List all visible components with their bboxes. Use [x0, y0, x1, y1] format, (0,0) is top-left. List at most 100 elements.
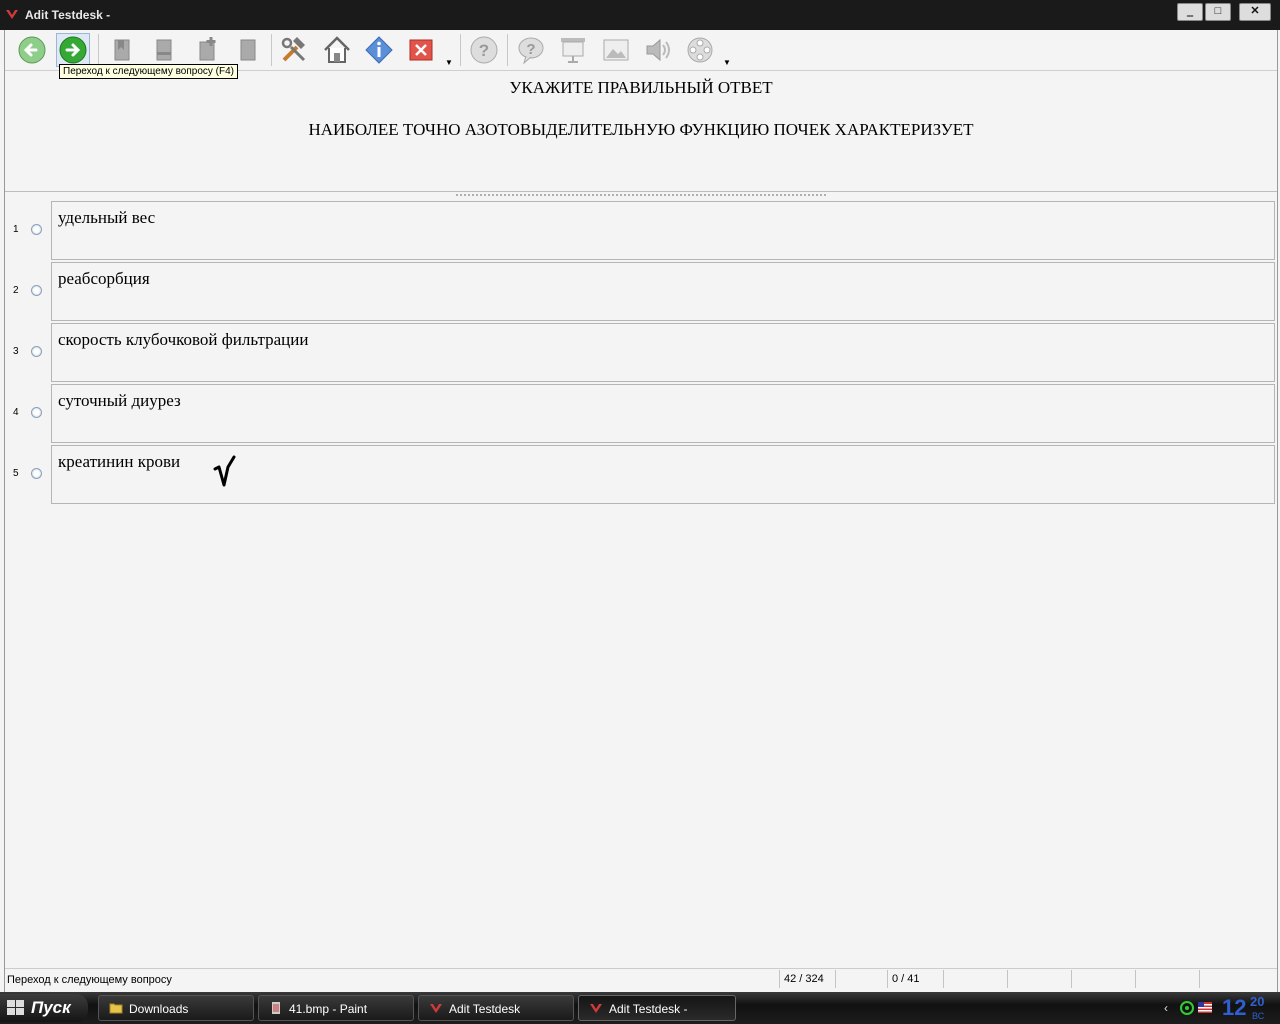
presentation-icon — [561, 38, 585, 63]
video-button[interactable] — [683, 33, 717, 67]
answer-box[interactable]: удельный вес — [51, 201, 1275, 260]
toolbar-separator — [460, 34, 461, 66]
network-icon[interactable] — [1180, 1001, 1194, 1015]
answer-number: 1 — [13, 224, 19, 235]
folder-icon — [109, 1003, 123, 1014]
windows-logo-icon — [7, 1000, 24, 1015]
app-logo-icon — [6, 10, 18, 19]
minimize-button[interactable]: ‗ — [1177, 3, 1203, 21]
tools-button[interactable] — [277, 33, 311, 67]
image-icon — [603, 39, 629, 61]
clock[interactable]: 12 20 ВС — [1222, 994, 1264, 1021]
answer-option-1[interactable]: 1 удельный вес — [5, 201, 1277, 260]
bookmark-button[interactable] — [105, 33, 139, 67]
home-icon — [324, 36, 350, 63]
maximize-button[interactable]: □ — [1205, 3, 1231, 21]
status-cell-empty — [1135, 970, 1199, 988]
answer-number: 4 — [13, 407, 19, 418]
answer-radio[interactable] — [31, 468, 42, 479]
task-label: Adit Testdesk - — [609, 1002, 688, 1016]
task-label: Adit Testdesk — [449, 1002, 521, 1016]
answer-box[interactable]: креатинин крови — [51, 445, 1275, 504]
clock-minute: 20 — [1250, 994, 1265, 1009]
info-button[interactable] — [362, 33, 396, 67]
bookmark-3-button[interactable] — [231, 33, 265, 67]
hint-icon: ? — [518, 37, 544, 65]
score-counter: 0 / 41 — [887, 970, 943, 988]
start-label: Пуск — [31, 998, 71, 1017]
taskbar: Пуск Downloads 41.bmp - Paint Adit Testd… — [0, 992, 1280, 1024]
tooltip: Переход к следующему вопросу (F4) — [59, 64, 239, 79]
svg-text:?: ? — [526, 41, 535, 58]
answer-number: 2 — [13, 285, 19, 296]
bookmark-add-icon — [199, 37, 216, 61]
task-testdesk-active[interactable]: Adit Testdesk - — [578, 995, 736, 1021]
close-test-icon — [409, 39, 433, 61]
bookmark-add-button[interactable] — [190, 33, 224, 67]
forward-icon — [59, 36, 87, 64]
bookmark-icon — [114, 39, 130, 61]
sound-button[interactable] — [641, 33, 675, 67]
task-downloads[interactable]: Downloads — [98, 995, 254, 1021]
back-button[interactable] — [15, 33, 49, 67]
dropdown-arrow-icon[interactable]: ▼ — [445, 58, 453, 67]
hint-button[interactable]: ? — [514, 33, 548, 67]
clock-hour: 12 — [1222, 995, 1247, 1020]
checkmark-icon — [213, 455, 236, 487]
task-label: 41.bmp - Paint — [289, 1002, 368, 1016]
status-cell-empty — [1007, 970, 1071, 988]
status-message: Переход к следующему вопросу — [7, 974, 172, 986]
paint-icon — [272, 1002, 280, 1014]
image-button[interactable] — [599, 33, 633, 67]
answer-radio[interactable] — [31, 346, 42, 357]
app-logo-icon — [590, 1004, 602, 1013]
presentation-button[interactable] — [556, 33, 590, 67]
toolbar-separator — [98, 34, 99, 66]
answer-text: креатинин крови — [58, 452, 181, 471]
task-label: Downloads — [129, 1002, 189, 1016]
answer-option-5[interactable]: 5 креатинин крови — [5, 445, 1277, 504]
help-button[interactable]: ? — [467, 33, 501, 67]
answer-option-4[interactable]: 4 суточный диурез — [5, 384, 1277, 443]
tray-expand-icon[interactable]: ‹ — [1164, 1001, 1168, 1015]
dropdown-arrow-icon[interactable]: ▼ — [723, 58, 731, 67]
status-cell-empty — [1199, 970, 1275, 988]
answer-option-2[interactable]: 2 реабсорбция — [5, 262, 1277, 321]
answer-radio[interactable] — [31, 285, 42, 296]
tools-icon — [281, 37, 306, 62]
clock-day: ВС — [1252, 1011, 1265, 1021]
info-icon — [365, 36, 393, 64]
answer-number: 3 — [13, 346, 19, 357]
status-cell-empty — [943, 970, 1007, 988]
answer-box[interactable]: суточный диурез — [51, 384, 1275, 443]
home-button[interactable] — [320, 33, 354, 67]
question-counter: 42 / 324 — [779, 970, 835, 988]
app-window: ▼ ? ? ▼ УКАЖИТЕ ПРАВИЛЬНЫЙ ОТВЕТ НАИБОЛЕ… — [4, 30, 1278, 992]
answer-option-3[interactable]: 3 скорость клубочковой фильтрации — [5, 323, 1277, 382]
panel-splitter[interactable] — [455, 193, 827, 197]
answer-radio[interactable] — [31, 224, 42, 235]
bookmark-2-button[interactable] — [147, 33, 181, 67]
title-bar: Adit Testdesk - ‗ □ ✕ — [0, 0, 1280, 30]
answer-box[interactable]: скорость клубочковой фильтрации — [51, 323, 1275, 382]
answer-radio[interactable] — [31, 407, 42, 418]
close-test-button[interactable] — [404, 33, 438, 67]
language-flag-icon[interactable] — [1198, 1002, 1212, 1013]
start-button[interactable]: Пуск — [0, 994, 88, 1022]
sound-icon — [646, 38, 670, 62]
window-title: Adit Testdesk - — [25, 8, 111, 22]
answer-box[interactable]: реабсорбция — [51, 262, 1275, 321]
video-icon — [687, 37, 713, 63]
bookmark-3-icon — [240, 39, 256, 61]
question-panel: УКАЖИТЕ ПРАВИЛЬНЫЙ ОТВЕТ НАИБОЛЕЕ ТОЧНО … — [5, 71, 1277, 192]
answer-number: 5 — [13, 468, 19, 479]
question-instruction: УКАЖИТЕ ПРАВИЛЬНЫЙ ОТВЕТ — [509, 78, 773, 97]
bookmark-2-icon — [156, 39, 172, 61]
task-testdesk[interactable]: Adit Testdesk — [418, 995, 574, 1021]
help-icon: ? — [470, 36, 498, 64]
status-bar: Переход к следующему вопросу 42 / 324 0 … — [5, 968, 1277, 991]
close-window-button[interactable]: ✕ — [1239, 3, 1271, 21]
status-cell-empty — [835, 970, 887, 988]
task-paint[interactable]: 41.bmp - Paint — [258, 995, 414, 1021]
forward-button[interactable] — [56, 33, 90, 67]
